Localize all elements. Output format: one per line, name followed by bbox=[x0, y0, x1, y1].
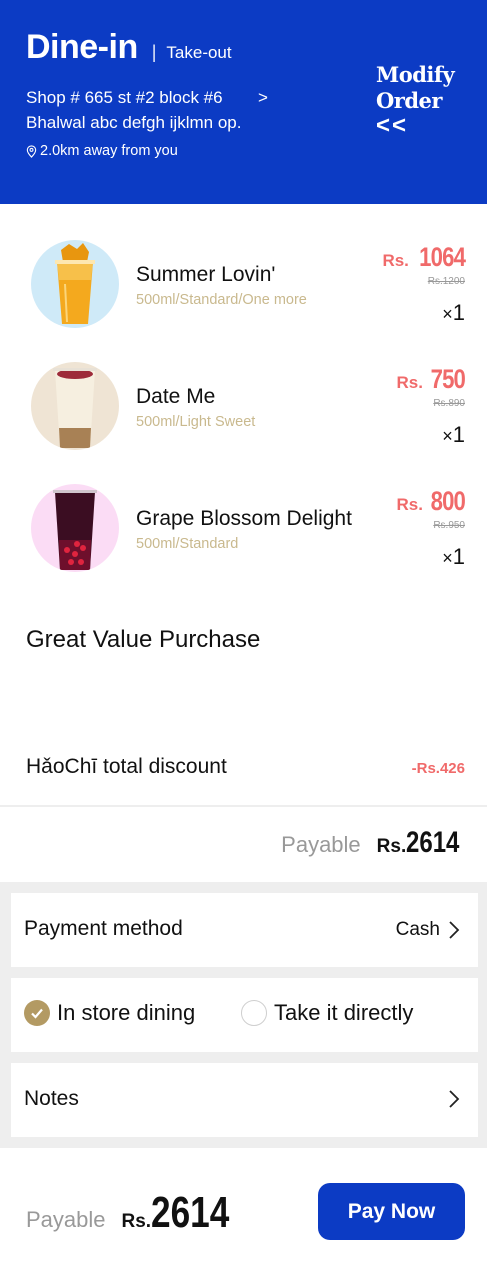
item-spec: 500ml/Standard bbox=[136, 536, 239, 552]
order-label: Order bbox=[376, 88, 442, 113]
milk-tea-icon bbox=[53, 368, 97, 448]
item-quantity: ×1 bbox=[442, 422, 465, 448]
in-store-dining-label: In store dining bbox=[57, 1000, 196, 1025]
order-item: Summer Lovin' 500ml/Standard/One more Rs… bbox=[0, 228, 487, 338]
item-spec: 500ml/Standard/One more bbox=[136, 292, 307, 308]
item-name: Date Me bbox=[136, 385, 216, 408]
payable-currency: Rs. bbox=[376, 836, 407, 857]
discount-label: HǎoChī total discount bbox=[26, 755, 227, 778]
item-price: Rs. 750 bbox=[396, 364, 465, 395]
payment-method-value: Cash bbox=[396, 919, 460, 941]
checkmark-icon bbox=[24, 1000, 50, 1026]
mode-switch: Dine-in | Take-out bbox=[26, 28, 356, 67]
order-item: Grape Blossom Delight 500ml/Standard Rs.… bbox=[0, 472, 487, 582]
currency: Rs. bbox=[382, 251, 409, 270]
tab-take-out[interactable]: Take-out bbox=[166, 43, 231, 63]
original-price: Rs.1200 bbox=[427, 276, 465, 287]
drink-image bbox=[31, 362, 119, 450]
item-quantity: ×1 bbox=[442, 544, 465, 570]
times-icon: × bbox=[442, 304, 453, 324]
drink-image bbox=[31, 240, 119, 328]
location-pin-icon bbox=[26, 144, 37, 158]
store-header: Dine-in | Take-out Shop # 665 st #2 bloc… bbox=[0, 0, 487, 204]
shop-address: Shop # 665 st #2 block #6 Bhalwal abc de… bbox=[26, 88, 242, 132]
pay-now-button[interactable]: Pay Now bbox=[318, 1183, 465, 1240]
currency: Rs. bbox=[396, 495, 423, 514]
payment-method-row[interactable]: Payment method Cash bbox=[11, 893, 478, 967]
currency: Rs. bbox=[396, 373, 423, 392]
radio-take-it-directly[interactable]: Take it directly bbox=[241, 1000, 413, 1026]
order-item: Date Me 500ml/Light Sweet Rs. 750 Rs.890 … bbox=[0, 350, 487, 460]
quantity-value: 1 bbox=[452, 300, 465, 325]
radio-circle-icon bbox=[241, 1000, 267, 1026]
chevron-right-icon bbox=[449, 921, 460, 939]
notes-label: Notes bbox=[24, 1087, 79, 1110]
price-value: 750 bbox=[430, 364, 466, 394]
times-icon: × bbox=[442, 426, 453, 446]
drink-image bbox=[31, 484, 119, 572]
modify-label: Modify bbox=[376, 62, 455, 87]
great-value-section-title: Great Value Purchase bbox=[26, 626, 261, 653]
order-options: Payment method Cash In store dining Take… bbox=[0, 882, 487, 1148]
grape-drink-icon bbox=[53, 490, 97, 570]
price-value: 1064 bbox=[419, 242, 466, 272]
distance-text: 2.0km away from you bbox=[40, 143, 178, 159]
item-name: Grape Blossom Delight bbox=[136, 507, 352, 530]
footer-payable: Payable Rs. 2614 bbox=[26, 1188, 249, 1238]
header-info: Dine-in | Take-out Shop # 665 st #2 bloc… bbox=[26, 28, 356, 159]
notes-row[interactable]: Notes bbox=[11, 1063, 478, 1137]
mode-separator: | bbox=[151, 42, 157, 62]
shop-address-row[interactable]: Shop # 665 st #2 block #6 Bhalwal abc de… bbox=[26, 85, 276, 135]
notes-chevron bbox=[440, 1089, 460, 1109]
take-it-directly-label: Take it directly bbox=[274, 1000, 414, 1025]
original-price: Rs.890 bbox=[433, 398, 465, 409]
original-price: Rs.950 bbox=[433, 520, 465, 531]
item-quantity: ×1 bbox=[442, 300, 465, 326]
quantity-value: 1 bbox=[452, 544, 465, 569]
chevron-right-icon bbox=[449, 1090, 460, 1108]
footer-currency: Rs. bbox=[121, 1211, 152, 1232]
distance-info: 2.0km away from you bbox=[26, 143, 356, 159]
item-name: Summer Lovin' bbox=[136, 263, 276, 286]
tab-dine-in[interactable]: Dine-in bbox=[26, 28, 138, 67]
modify-order-button[interactable]: Modify Order << bbox=[376, 62, 476, 138]
footer-amount: 2614 bbox=[151, 1188, 230, 1237]
item-spec: 500ml/Light Sweet bbox=[136, 414, 256, 430]
item-price: Rs. 1064 bbox=[382, 242, 465, 273]
payment-method-label: Payment method bbox=[24, 917, 183, 940]
divider bbox=[0, 805, 487, 807]
payment-method-text: Cash bbox=[395, 919, 440, 940]
price-value: 800 bbox=[430, 486, 466, 516]
footer-payable-label: Payable bbox=[26, 1207, 106, 1232]
payable-amount: 2614 bbox=[406, 826, 460, 859]
payable-summary: Payable Rs. 2614 bbox=[281, 826, 465, 860]
quantity-value: 1 bbox=[452, 422, 465, 447]
back-arrows-icon: << bbox=[376, 112, 409, 139]
mango-drink-icon bbox=[55, 243, 95, 324]
chevron-right-icon: > bbox=[258, 88, 268, 107]
discount-value: -Rs.426 bbox=[411, 760, 465, 777]
dining-option-row: In store dining Take it directly bbox=[11, 978, 478, 1052]
payable-label: Payable bbox=[281, 832, 361, 857]
item-price: Rs. 800 bbox=[396, 486, 465, 517]
radio-in-store-dining[interactable]: In store dining bbox=[24, 1000, 195, 1026]
times-icon: × bbox=[442, 548, 453, 568]
